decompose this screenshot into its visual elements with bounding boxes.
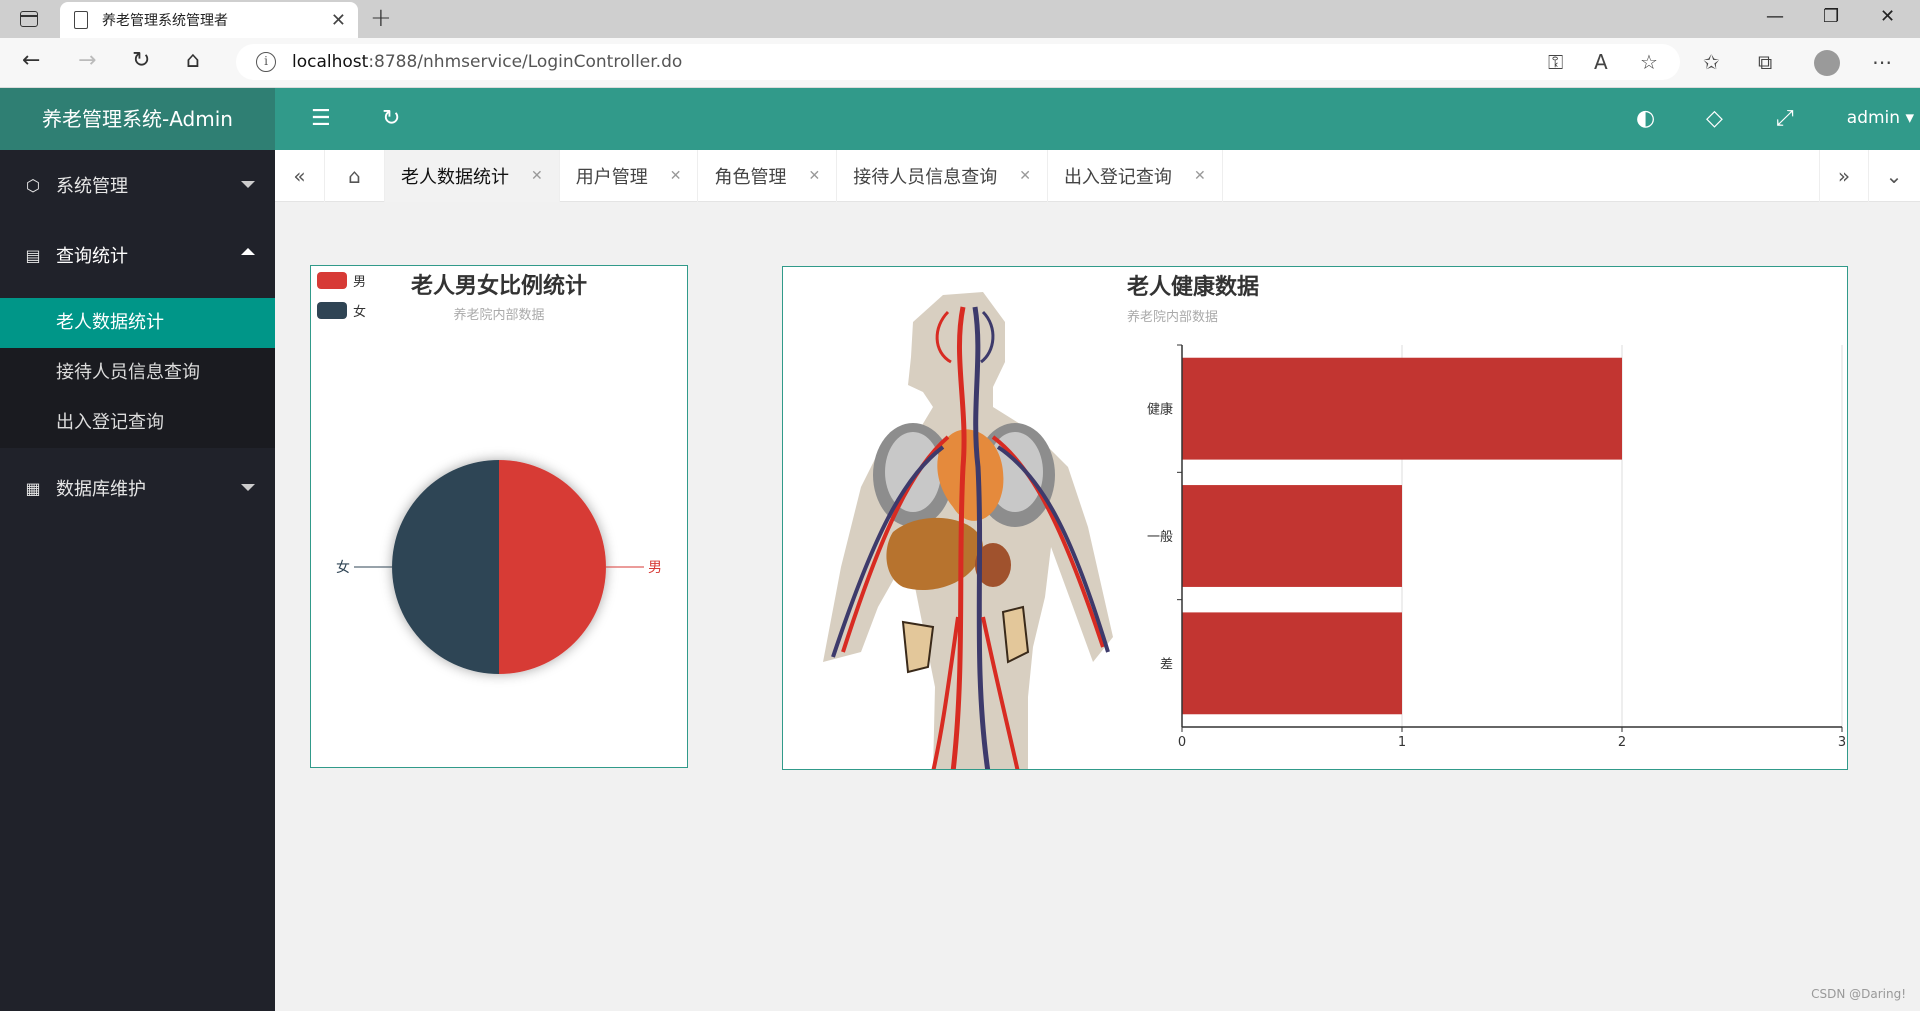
tab-label: 用户管理 — [575, 167, 648, 188]
home-icon[interactable]: ⌂ — [186, 48, 200, 73]
sidebar-item-system[interactable]: ⬡ 系统管理 — [0, 150, 275, 220]
x-tick-label: 1 — [1398, 735, 1406, 750]
x-tick-label: 2 — [1618, 735, 1626, 750]
tab-label: 接待人员信息查询 — [853, 167, 998, 188]
home-tab-icon[interactable]: ⌂ — [325, 150, 385, 202]
app-logo: 养老管理系统-Admin — [0, 88, 275, 150]
bar[interactable] — [1182, 612, 1402, 715]
browser-titlebar: 养老管理系统管理者 ✕ + — ❐ ✕ — [0, 0, 1920, 38]
site-info-icon[interactable]: i — [256, 52, 276, 72]
sidebar-item-label: 系统管理 — [56, 176, 128, 197]
close-icon[interactable]: ✕ — [1019, 168, 1031, 184]
app-header: 养老管理系统-Admin ☰ ↻ ◐ ◇ ⤢ admin ▾ — [0, 88, 1920, 150]
apps-icon: ▦ — [25, 478, 41, 498]
document-icon — [74, 11, 88, 29]
x-tick-label: 0 — [1178, 735, 1186, 750]
y-tick-label: 差 — [1160, 657, 1173, 672]
browser-tab[interactable]: 养老管理系统管理者 ✕ — [60, 2, 358, 38]
theme-icon[interactable]: ◐ — [1636, 106, 1655, 131]
sidebar: ⬡ 系统管理 ▤ 查询统计 老人数据统计 接待人员信息查询 出入登记查询 ▦ 数… — [0, 150, 275, 1011]
user-name: admin — [1846, 108, 1901, 128]
bar[interactable] — [1182, 485, 1402, 587]
bar[interactable] — [1182, 357, 1622, 460]
watermark: CSDN @Daring! — [1811, 987, 1906, 1001]
tab-label: 角色管理 — [714, 167, 787, 188]
query-submenu: 老人数据统计 接待人员信息查询 出入登记查询 — [0, 298, 275, 448]
tab-entry-query[interactable]: 出入登记查询 ✕ — [1048, 150, 1223, 202]
sidebar-item-database[interactable]: ▦ 数据库维护 — [0, 453, 275, 523]
tab-staff-query[interactable]: 接待人员信息查询 ✕ — [837, 150, 1048, 202]
menu-shrink-icon[interactable]: ☰ — [311, 106, 331, 131]
x-tick-label: 3 — [1838, 735, 1846, 750]
more-icon[interactable]: ⋯ — [1872, 50, 1892, 74]
sidebar-item-query[interactable]: ▤ 查询统计 — [0, 220, 275, 290]
sidebar-subitem-staff-query[interactable]: 接待人员信息查询 — [0, 348, 275, 398]
close-icon[interactable]: ✕ — [531, 168, 543, 184]
url-input[interactable]: i localhost:8788/nhmservice/LoginControl… — [236, 44, 1680, 80]
pie-label: 男 — [648, 560, 662, 576]
tab-role-management[interactable]: 角色管理 ✕ — [698, 150, 838, 202]
pie-chart: 男女 — [336, 460, 662, 674]
tabs-scroll-right-icon[interactable]: » — [1819, 150, 1869, 202]
cube-icon: ⬡ — [26, 175, 40, 195]
read-aloud-icon[interactable]: A — [1594, 50, 1608, 74]
forward-icon[interactable]: → — [78, 48, 96, 73]
tab-label: 出入登记查询 — [1063, 167, 1172, 188]
refresh-page-icon[interactable]: ↻ — [382, 106, 400, 131]
collections-icon[interactable]: ⧉ — [1758, 50, 1772, 74]
window-close-icon[interactable]: ✕ — [1880, 6, 1895, 27]
chevron-down-icon — [241, 181, 255, 188]
tab-elder-stats[interactable]: 老人数据统计 ✕ — [385, 150, 560, 202]
tab-user-management[interactable]: 用户管理 ✕ — [560, 150, 699, 202]
close-icon[interactable]: ✕ — [670, 168, 682, 184]
minimize-icon[interactable]: — — [1766, 6, 1784, 27]
user-menu[interactable]: admin ▾ — [1847, 108, 1914, 128]
sidebar-subitem-entry-query[interactable]: 出入登记查询 — [0, 398, 275, 448]
browser-tab-title: 养老管理系统管理者 — [102, 13, 228, 29]
tag-icon[interactable]: ◇ — [1706, 106, 1723, 131]
sidebar-toggle-icon[interactable] — [20, 11, 38, 27]
key-icon[interactable]: ⚿ — [1548, 50, 1563, 74]
y-tick-label: 健康 — [1147, 402, 1173, 418]
close-icon[interactable]: ✕ — [1194, 168, 1206, 184]
restore-icon[interactable]: ❐ — [1823, 6, 1839, 27]
pie-slice[interactable] — [499, 460, 606, 674]
back-icon[interactable]: ← — [22, 48, 40, 73]
favorites-icon[interactable]: ✩ — [1703, 50, 1720, 74]
fullscreen-icon[interactable]: ⤢ — [1776, 106, 1794, 131]
new-tab-icon[interactable]: + — [370, 3, 392, 33]
chevron-up-icon — [241, 248, 255, 255]
page-tabs-bar: « ⌂ 老人数据统计 ✕ 用户管理 ✕ 角色管理 ✕ 接待人员信息查询 ✕ 出入登记查询… — [275, 150, 1920, 202]
chevron-down-icon — [241, 484, 255, 491]
address-bar: ← → ↻ ⌂ i localhost:8788/nhmservice/Logi… — [0, 38, 1920, 88]
pie-label: 女 — [336, 559, 350, 576]
sidebar-item-label: 数据库维护 — [56, 479, 146, 500]
close-tab-icon[interactable]: ✕ — [331, 10, 346, 31]
sidebar-subitem-elder-stats[interactable]: 老人数据统计 — [0, 298, 275, 348]
tabs: 老人数据统计 ✕ 用户管理 ✕ 角色管理 ✕ 接待人员信息查询 ✕ 出入登记查询 ✕ — [385, 150, 1223, 202]
tab-label: 老人数据统计 — [401, 167, 509, 188]
report-icon: ▤ — [25, 245, 41, 265]
refresh-icon[interactable]: ↻ — [132, 48, 150, 73]
y-tick-label: 一般 — [1147, 529, 1173, 545]
gender-chart-panel: 男 女 老人男女比例统计 养老院内部数据 男女 — [310, 265, 688, 768]
url-path: :8788/nhmservice/LoginController.do — [368, 52, 683, 72]
add-favorite-icon[interactable]: ☆ — [1640, 50, 1658, 74]
sidebar-item-label: 查询统计 — [56, 246, 128, 267]
close-icon[interactable]: ✕ — [808, 168, 820, 184]
bar-chart: 健康一般差 0 1 2 3 — [1147, 344, 1846, 750]
tabs-dropdown-icon[interactable]: ⌄ — [1869, 150, 1919, 202]
pie-slice[interactable] — [392, 460, 499, 674]
health-chart-panel: 老人健康数据 养老院内部数据 健康 一般差 0 1 2 3 — [782, 266, 1848, 770]
tabs-scroll-left-icon[interactable]: « — [275, 150, 325, 202]
profile-avatar[interactable] — [1814, 50, 1840, 76]
url-host: localhost — [292, 52, 369, 72]
